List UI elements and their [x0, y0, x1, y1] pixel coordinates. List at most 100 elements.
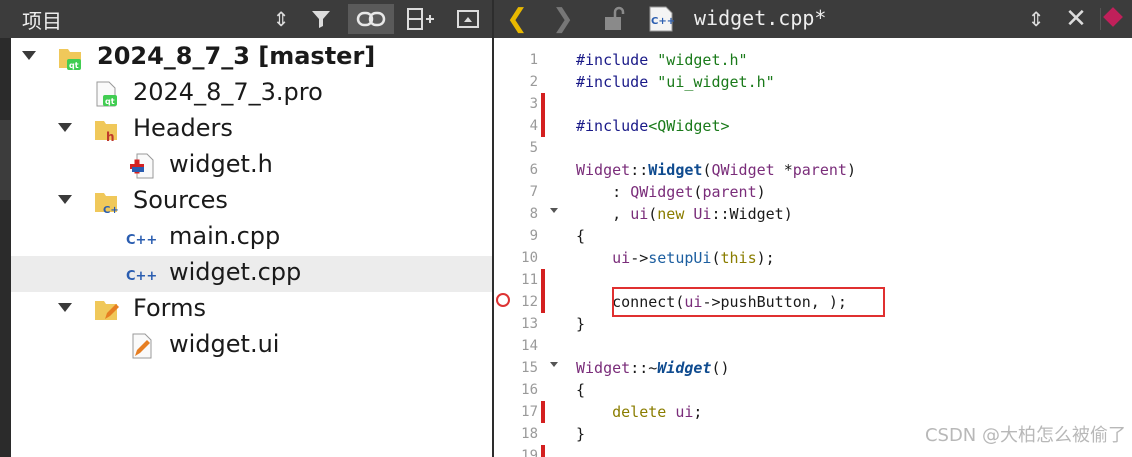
change-marker [541, 269, 545, 313]
qt-project-file-icon: qt [93, 81, 119, 107]
line-number: 18 [521, 426, 538, 442]
cpp-file-icon: C++ [644, 4, 678, 34]
unlock-icon[interactable] [600, 4, 628, 34]
tree-item-label: main.cpp [169, 222, 281, 250]
project-panel-title: 项目 [22, 9, 62, 33]
editor-toolbar: ❮ ❯ C++ widget.cpp* ⇕ ✕ [494, 0, 1132, 38]
svg-text:qt: qt [69, 61, 79, 70]
expand-arrow-icon[interactable] [58, 303, 72, 312]
line-number: 16 [521, 382, 538, 398]
diamond-icon[interactable] [1103, 7, 1123, 27]
tree-item-label: 2024_8_7_3 [master] [97, 42, 376, 70]
editor-file-name[interactable]: widget.cpp* [694, 6, 826, 30]
expand-arrow-icon[interactable] [22, 51, 36, 60]
svg-text:C++: C++ [103, 205, 119, 215]
code-line: { [576, 381, 586, 399]
tree-item-project[interactable]: qt 2024_8_7_3 [master] [11, 40, 492, 76]
code-line: { [576, 227, 586, 245]
tree-item-label: widget.h [169, 150, 273, 178]
line-number: 2 [529, 74, 538, 90]
sources-folder-icon: C++ [93, 189, 127, 216]
code-line: #include "widget.h" [576, 51, 748, 69]
code-line: } [576, 315, 586, 333]
line-number: 9 [529, 228, 538, 244]
filter-icon[interactable] [306, 4, 336, 34]
expand-arrow-icon[interactable] [58, 123, 72, 132]
up-down-arrows-icon[interactable]: ⇕ [268, 4, 294, 34]
breakpoint-icon[interactable] [496, 293, 510, 307]
change-marker [541, 445, 545, 457]
forms-folder-icon [93, 297, 119, 323]
headers-folder-icon: h [93, 117, 119, 144]
line-number: 5 [529, 140, 538, 156]
tree-item-forms[interactable]: Forms [11, 292, 492, 328]
qt-folder-icon: qt [57, 45, 83, 71]
line-number: 10 [521, 250, 538, 266]
code-line: } [576, 425, 586, 443]
line-number: 7 [529, 184, 538, 200]
line-number: 15 [521, 360, 538, 376]
line-number: 11 [521, 272, 538, 288]
header-file-icon [129, 153, 155, 179]
line-number: 1 [529, 52, 538, 68]
svg-text:h: h [106, 130, 115, 143]
code-line: #include<QWidget> [576, 117, 730, 135]
close-icon[interactable]: ✕ [1062, 4, 1090, 34]
code-line: : QWidget(parent) [576, 183, 766, 201]
tree-item-label: Forms [133, 294, 206, 322]
tree-item-label: widget.cpp [169, 258, 302, 286]
project-tree: qt 2024_8_7_3 [master] qt 2024_8_7_3.pro… [0, 38, 492, 457]
code-line: Widget::~Widget() [576, 359, 730, 377]
link-icon[interactable] [348, 4, 394, 34]
tree-item-sources[interactable]: C++ Sources [11, 184, 492, 220]
project-toolbar: 项目 ⇕ [0, 0, 492, 38]
code-line: , ui(new Ui::Widget) [576, 205, 793, 223]
code-line: ui->setupUi(this); [612, 249, 775, 267]
line-number: 17 [521, 404, 538, 420]
back-arrow-icon[interactable]: ❮ [504, 4, 530, 34]
watermark: CSDN @大柏怎么被偷了 [924, 425, 1126, 446]
change-marker [541, 401, 545, 423]
side-edge-handle[interactable] [0, 120, 11, 200]
line-number: 8 [529, 206, 538, 222]
code-editor[interactable]: 1 2 3 4 5 6 7 8 9 10 11 12 13 14 15 16 1… [494, 38, 1132, 457]
tree-item-label: Headers [133, 114, 233, 142]
line-number: 19 [521, 448, 538, 457]
split-add-icon[interactable] [404, 4, 438, 34]
code-line: #include "ui_widget.h" [576, 73, 775, 91]
cpp-file-icon: C++ [125, 261, 157, 287]
line-number: 13 [521, 316, 538, 332]
up-down-arrows-icon[interactable]: ⇕ [1024, 4, 1048, 34]
fold-arrow-icon[interactable] [550, 362, 558, 367]
toolbar-divider [1100, 8, 1101, 30]
tree-item-widget-h[interactable]: widget.h [11, 148, 492, 184]
highlight-box [612, 287, 885, 317]
side-edge [0, 38, 11, 457]
code-line: Widget::Widget(QWidget *parent) [576, 161, 856, 179]
tree-item-widget-ui[interactable]: widget.ui [11, 328, 492, 364]
line-number: 3 [529, 96, 538, 112]
code-line: delete ui; [612, 403, 703, 421]
line-number: 6 [529, 162, 538, 178]
cpp-file-icon: C++ [125, 225, 157, 251]
line-number: 4 [529, 118, 538, 134]
forward-arrow-icon[interactable]: ❯ [550, 4, 576, 34]
tree-item-label: Sources [133, 186, 228, 214]
svg-text:C++: C++ [651, 16, 675, 27]
svg-text:C++: C++ [126, 233, 157, 248]
tree-item-main-cpp[interactable]: C++ main.cpp [11, 220, 492, 256]
fold-arrow-icon[interactable] [550, 208, 558, 213]
tree-item-widget-cpp[interactable]: C++ widget.cpp [11, 256, 492, 292]
change-marker [541, 115, 545, 137]
svg-text:C++: C++ [126, 269, 157, 284]
tree-item-pro-file[interactable]: qt 2024_8_7_3.pro [11, 76, 492, 112]
change-marker [541, 93, 545, 115]
maximize-icon[interactable] [454, 4, 482, 34]
line-number: 14 [521, 338, 538, 354]
svg-text:qt: qt [105, 97, 115, 106]
tree-item-label: widget.ui [169, 330, 280, 358]
expand-arrow-icon[interactable] [58, 195, 72, 204]
ui-form-file-icon [129, 333, 155, 359]
tree-item-label: 2024_8_7_3.pro [133, 78, 323, 106]
tree-item-headers[interactable]: h Headers [11, 112, 492, 148]
